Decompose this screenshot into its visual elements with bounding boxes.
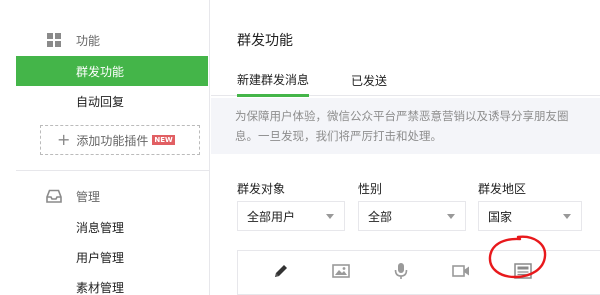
region-label: 群发地区 (478, 182, 527, 196)
message-editor-toolbar (237, 250, 600, 295)
add-plugin-label: 添加功能插件 (76, 133, 149, 148)
tab-new-mass-message[interactable]: 新建群发消息 (237, 64, 310, 97)
section-function: 功能 (0, 28, 210, 52)
grid-icon (47, 33, 61, 47)
gender-value: 全部 (368, 209, 393, 224)
video-icon[interactable] (451, 261, 471, 281)
chevron-down-icon (447, 214, 455, 219)
article-icon[interactable] (513, 261, 533, 281)
notice-line-2: 息。一旦发现，我们将严厉打击和处理。 (235, 129, 442, 143)
sidebar-item-users[interactable]: 用户管理 (16, 242, 208, 272)
gender-select[interactable]: 全部 (358, 201, 466, 231)
sidebar: 功能 群发功能 自动回复 + 添加功能插件 NEW 管理 消息管理 用户管理 素… (0, 0, 210, 295)
sidebar-item-materials[interactable]: 素材管理 (16, 272, 208, 295)
region-select[interactable]: 国家 (478, 201, 582, 231)
policy-notice: 为保障用户体验，微信公众平台严禁恶意营销以及诱导分享朋友圈 息。一旦发现，我们将… (211, 98, 600, 154)
chevron-down-icon (563, 214, 571, 219)
tab-bar: 新建群发消息 已发送 (211, 64, 600, 97)
sidebar-divider (16, 170, 210, 171)
target-select[interactable]: 全部用户 (237, 201, 345, 231)
add-plugin-button[interactable]: + 添加功能插件 NEW (40, 125, 200, 155)
section-manage-label: 管理 (76, 189, 101, 204)
sidebar-item-messages[interactable]: 消息管理 (16, 212, 208, 242)
target-label: 群发对象 (237, 182, 286, 196)
plus-icon: + (57, 130, 71, 149)
microphone-icon[interactable] (391, 261, 411, 281)
chevron-down-icon (326, 214, 334, 219)
section-function-label: 功能 (76, 33, 101, 48)
image-icon[interactable] (331, 261, 351, 281)
gender-label: 性别 (358, 182, 383, 196)
page-title: 群发功能 (237, 33, 293, 49)
notice-line-1: 为保障用户体验，微信公众平台严禁恶意营销以及诱导分享朋友圈 (235, 109, 569, 123)
new-badge: NEW (152, 135, 175, 145)
pencil-icon[interactable] (271, 261, 291, 281)
region-value: 国家 (488, 209, 513, 224)
main-panel: 群发功能 新建群发消息 已发送 为保障用户体验，微信公众平台严禁恶意营销以及诱导… (211, 0, 600, 295)
inbox-icon (46, 189, 62, 203)
section-manage: 管理 (0, 184, 210, 208)
tab-sent[interactable]: 已发送 (351, 64, 387, 96)
sidebar-item-auto-reply[interactable]: 自动回复 (16, 86, 208, 116)
sidebar-item-mass-send[interactable]: 群发功能 (16, 56, 208, 86)
target-value: 全部用户 (247, 209, 296, 224)
